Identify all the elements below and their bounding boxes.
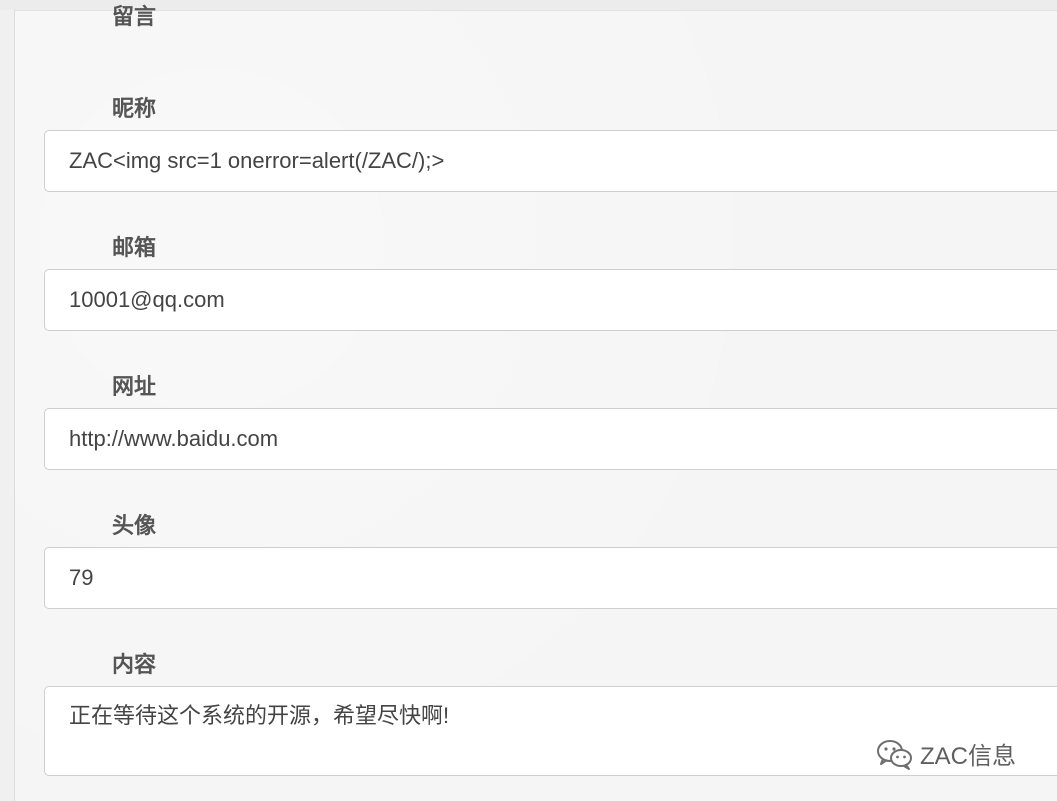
email-input[interactable]: 10001@qq.com	[44, 269, 1057, 331]
nickname-label: 昵称	[112, 96, 157, 121]
avatar-input[interactable]: 79	[44, 547, 1057, 609]
avatar-label: 头像	[112, 513, 157, 538]
content-label: 内容	[112, 652, 157, 677]
nickname-input[interactable]: ZAC<img src=1 onerror=alert(/ZAC/);>	[44, 130, 1057, 192]
wechat-icon	[876, 738, 914, 770]
website-input[interactable]: http://www.baidu.com	[44, 408, 1057, 470]
watermark-text: ZAC信息	[920, 743, 1016, 770]
section-title: 留言	[112, 4, 157, 29]
page: 留言 昵称 ZAC<img src=1 onerror=alert(/ZAC/)…	[0, 0, 1057, 801]
top-bar	[0, 0, 1057, 11]
website-label: 网址	[112, 374, 157, 399]
left-rail	[0, 10, 15, 801]
watermark: ZAC信息	[876, 736, 1016, 771]
email-label: 邮箱	[112, 235, 157, 260]
